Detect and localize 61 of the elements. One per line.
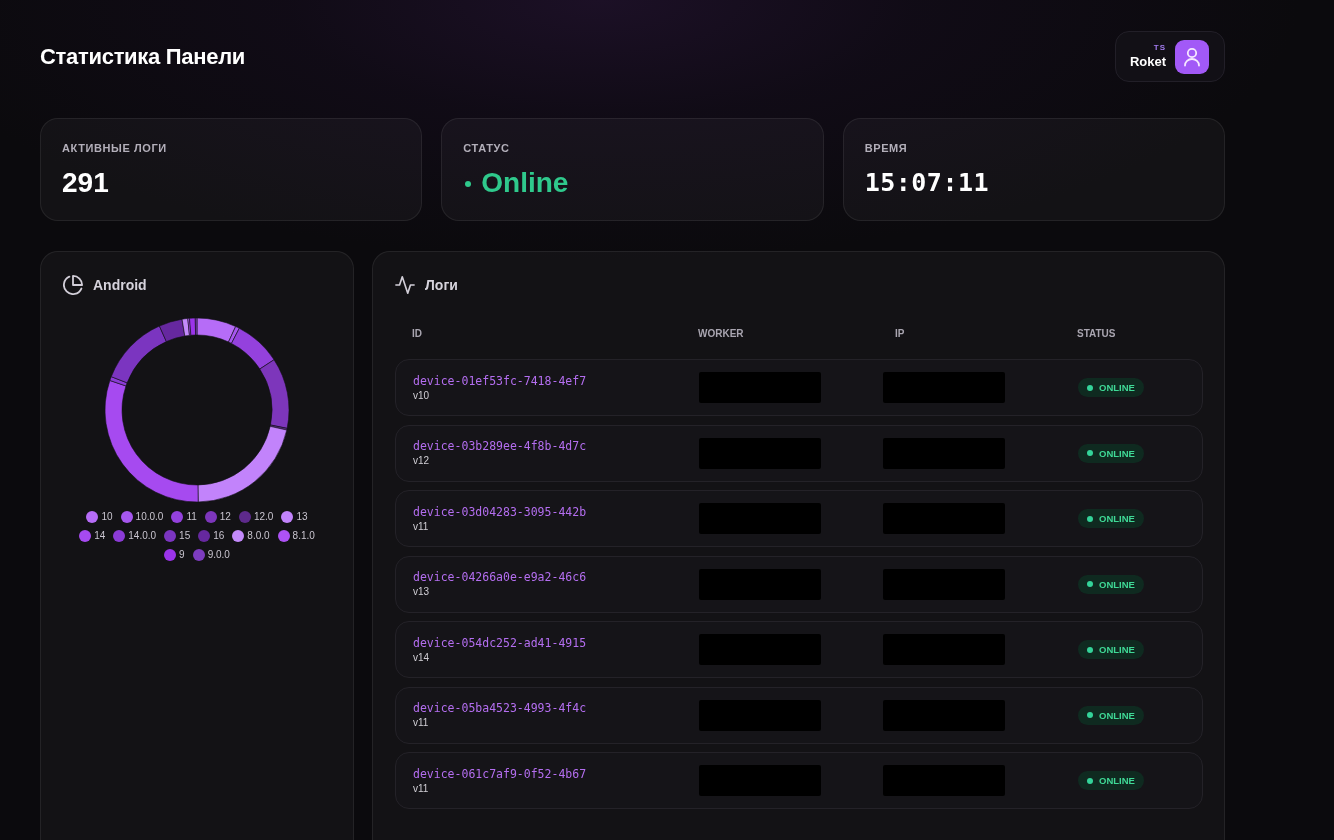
legend-label: 14 (94, 530, 106, 542)
status-dot-icon (1087, 450, 1093, 456)
status-text: ONLINE (1099, 709, 1135, 721)
device-id: device-05ba4523-4993-4f4c (413, 701, 588, 715)
status-text: ONLINE (1099, 513, 1135, 524)
legend-label: 10 (101, 511, 113, 523)
stat-value: Online (481, 167, 569, 199)
stat-value: 15:07:11 (864, 167, 991, 199)
status-text: ONLINE (1099, 447, 1135, 459)
stat-label: СТАТУС (463, 142, 511, 155)
status-dot-icon (1087, 777, 1093, 784)
status-dot-icon (1087, 712, 1093, 718)
status-dot-icon (1087, 384, 1093, 391)
stat-value: 291 (62, 167, 110, 199)
status-dot-icon (1087, 581, 1093, 587)
status-text: ONLINE (1099, 382, 1135, 393)
device-id: device-03b289ee-4f8b-4d7c (413, 439, 588, 453)
device-version: v10 (413, 389, 431, 402)
legend-label: 15 (179, 530, 191, 542)
status-text: ONLINE (1099, 775, 1135, 786)
legend-label: 8.0.0 (247, 530, 270, 542)
legend-label: 11 (186, 511, 197, 523)
column-header: STATUS (1077, 328, 1117, 340)
stat-label: АКТИВНЫЕ ЛОГИ (62, 142, 168, 155)
panel-title: Логи (425, 277, 458, 293)
user-icon (1175, 39, 1209, 74)
device-version: v11 (413, 717, 430, 729)
device-id: device-01ef53fc-7418-4ef7 (413, 373, 588, 388)
stat-label: ВРЕМЯ (864, 142, 909, 155)
column-header: WORKER (698, 328, 745, 340)
panel-title: Android (93, 277, 147, 293)
user-name: Roket (1129, 54, 1166, 70)
legend-label: 14.0.0 (128, 530, 157, 542)
legend-label: 16 (213, 530, 225, 542)
legend-label: 10.0.0 (135, 511, 164, 523)
device-id: device-04266a0e-e9a2-46c6 (413, 570, 588, 584)
user-initials: TS (1153, 43, 1166, 53)
user-badge[interactable]: TS Roket (1114, 31, 1225, 82)
device-id: device-03d04283-3095-442b (413, 504, 588, 519)
pie-chart-icon (63, 275, 83, 295)
pulse-line-icon (395, 275, 415, 295)
page-title: Статистика Панели (40, 43, 246, 70)
status-text: ONLINE (1099, 644, 1135, 655)
device-version: v11 (413, 782, 430, 795)
legend-label: 13 (296, 511, 308, 523)
legend-label: 9.0.0 (207, 549, 230, 561)
column-header: ID (412, 328, 423, 340)
device-id: device-054dc252-ad41-4915 (413, 635, 588, 650)
device-version: v12 (413, 455, 431, 467)
legend-label: 8.1.0 (292, 530, 315, 542)
device-version: v11 (413, 520, 430, 533)
legend-label: 12.0 (253, 511, 274, 523)
device-version: v14 (413, 651, 431, 664)
device-version: v13 (413, 586, 431, 598)
legend-label: 9 (179, 549, 185, 561)
device-id: device-061c7af9-0f52-4b67 (413, 766, 588, 781)
status-dot-icon (1087, 515, 1093, 522)
status-text: ONLINE (1099, 578, 1135, 590)
column-header: IP (894, 328, 906, 340)
status-dot-icon (1087, 646, 1093, 653)
legend-label: 12 (219, 511, 231, 523)
